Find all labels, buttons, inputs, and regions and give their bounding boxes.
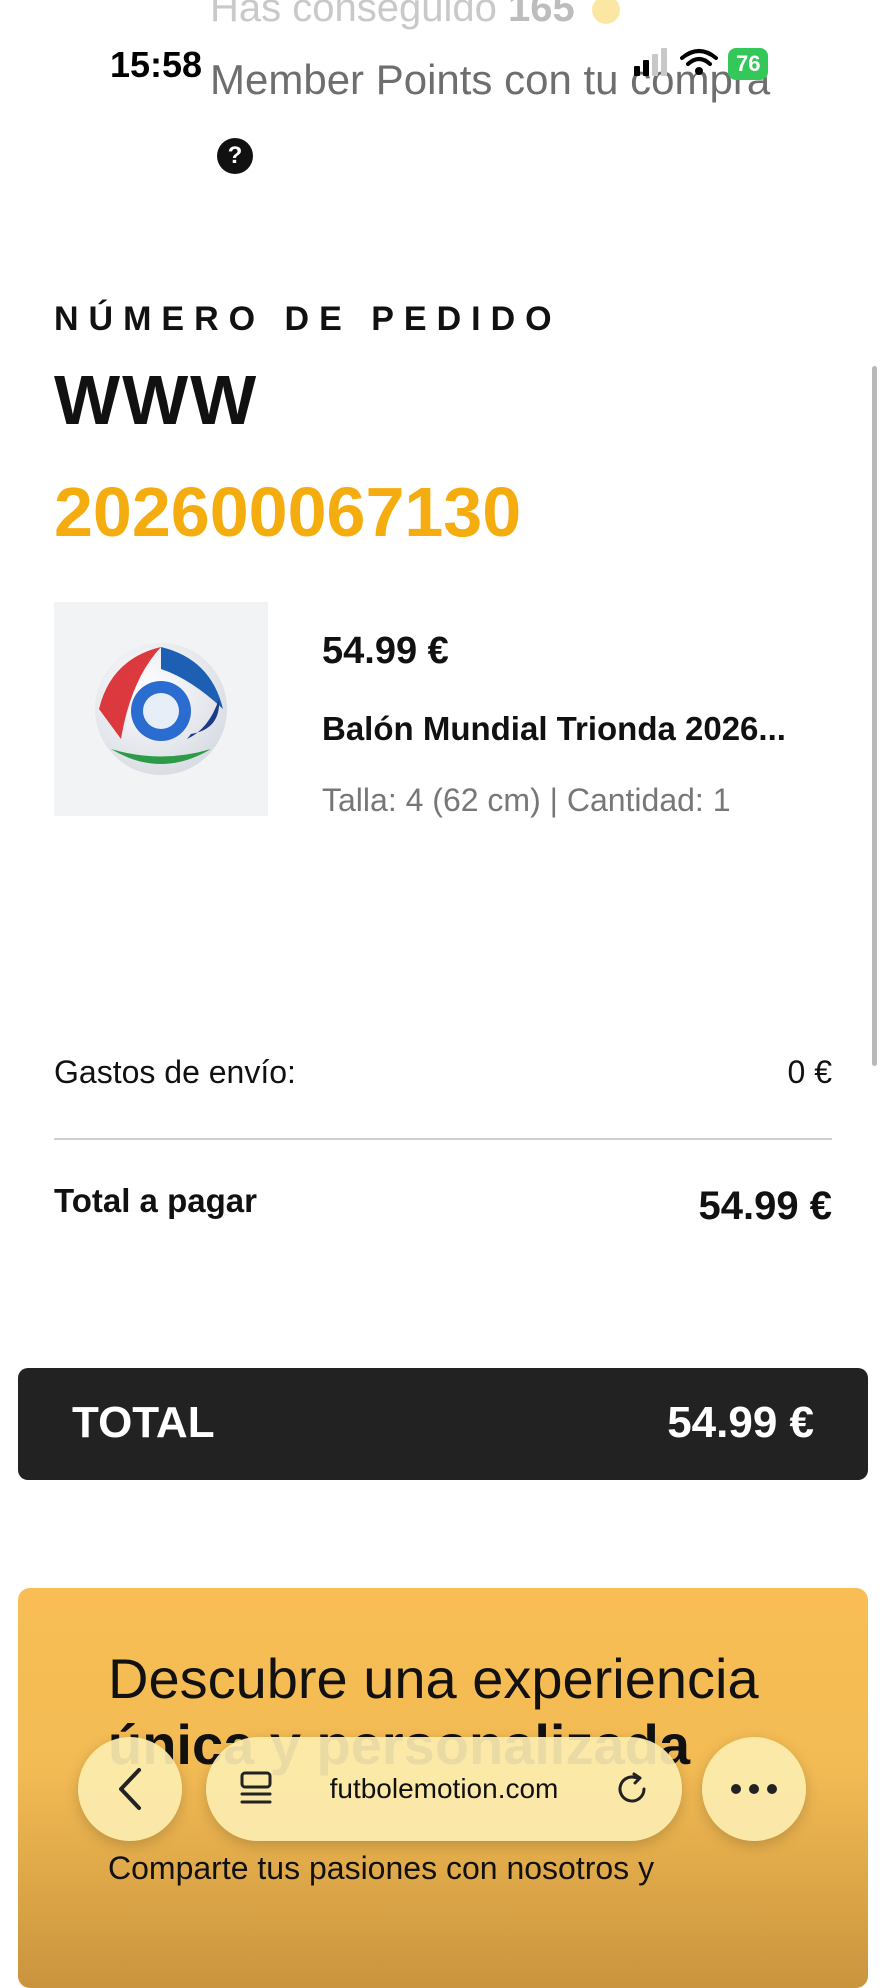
total-bar: TOTAL 54.99 € <box>18 1368 868 1480</box>
chevron-left-icon <box>119 1768 141 1810</box>
product-meta: Talla: 4 (62 cm) | Cantidad: 1 <box>322 782 731 818</box>
address-bar[interactable]: futbolemotion.com <box>206 1737 682 1841</box>
promo-title-regular: Descubre una experiencia <box>108 1647 759 1710</box>
reload-icon[interactable] <box>612 1769 652 1809</box>
promo-subtitle: Comparte tus pasiones con nosotros y <box>108 1850 655 1886</box>
help-icon[interactable]: ? <box>217 138 253 174</box>
total-value: 54.99 € <box>667 1398 814 1447</box>
points-value: 165 <box>507 0 575 30</box>
order-number-label: NÚMERO DE PEDIDO <box>54 300 562 338</box>
points-message: Has conseguido 165 <box>210 0 620 31</box>
battery-indicator: 76 <box>728 48 769 80</box>
total-pay-label: Total a pagar <box>54 1182 257 1219</box>
more-button[interactable] <box>702 1737 806 1841</box>
divider <box>54 1138 832 1140</box>
points-prefix: Has conseguido <box>210 0 497 30</box>
coin-icon <box>591 0 620 25</box>
status-time: 15:58 <box>110 44 203 85</box>
order-number: 202600067130 <box>54 473 522 551</box>
shipping-label: Gastos de envío: <box>54 1054 296 1090</box>
scrollbar[interactable] <box>872 366 877 1066</box>
soccer-ball-icon <box>95 643 227 775</box>
ellipsis-icon <box>731 1784 777 1794</box>
back-button[interactable] <box>78 1737 182 1841</box>
product-price: 54.99 € <box>322 630 449 672</box>
total-label: TOTAL <box>72 1398 215 1447</box>
total-pay-value: 54.99 € <box>698 1184 832 1228</box>
wifi-icon <box>680 48 718 81</box>
product-image[interactable] <box>54 602 268 816</box>
tabs-icon[interactable] <box>236 1769 276 1809</box>
status-icons: 76 <box>634 46 769 82</box>
url-text[interactable]: futbolemotion.com <box>330 1773 559 1805</box>
order-prefix: WWW <box>54 361 259 439</box>
shipping-value: 0 € <box>787 1054 832 1090</box>
product-name[interactable]: Balón Mundial Trionda 2026... <box>322 710 786 748</box>
signal-icon <box>634 47 670 81</box>
